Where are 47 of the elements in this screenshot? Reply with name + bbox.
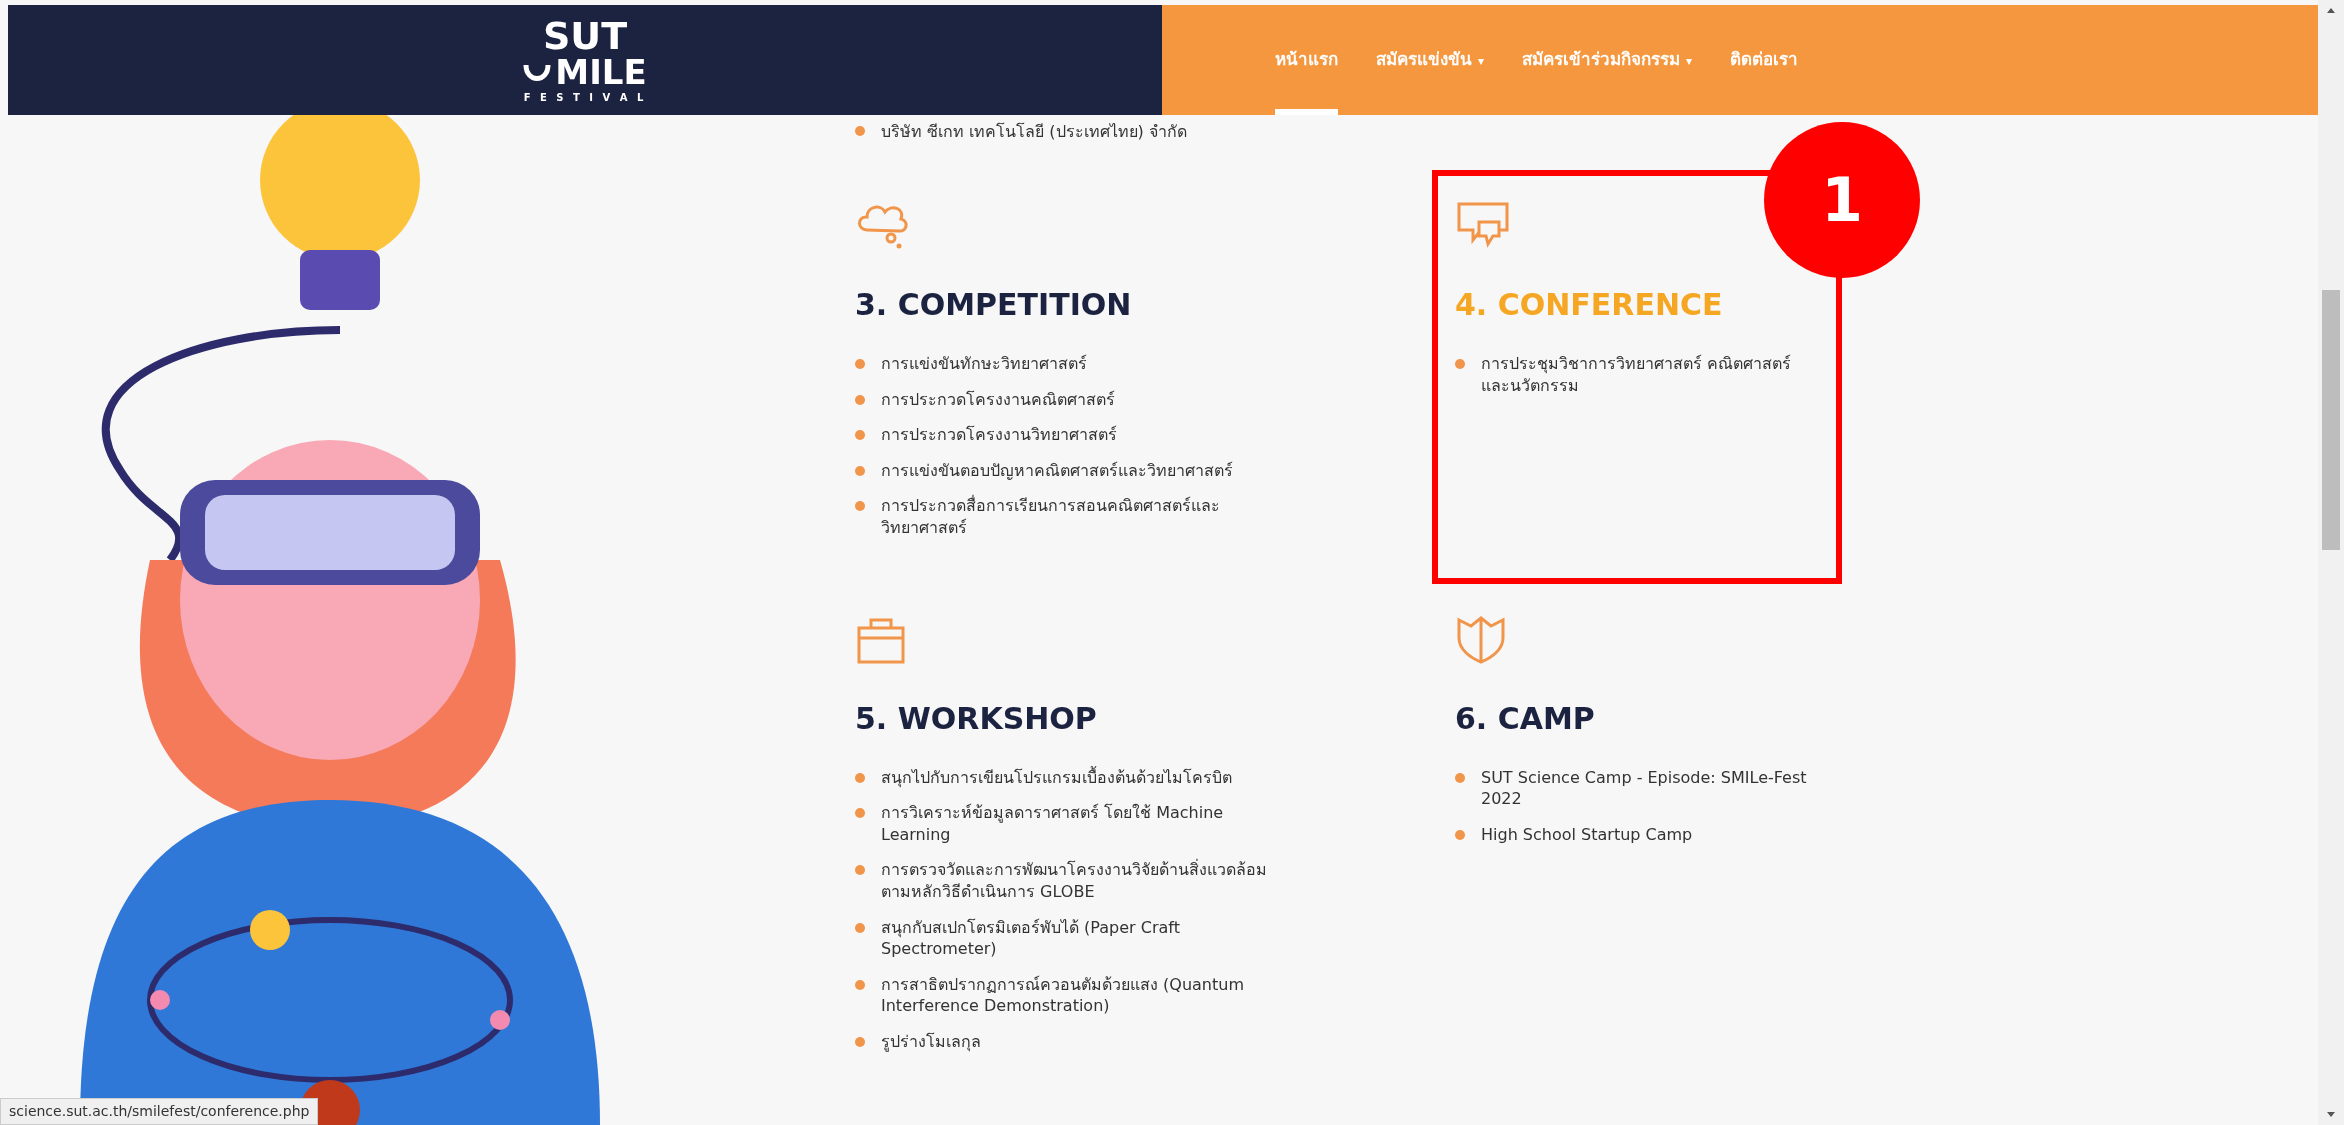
bullet-icon — [1455, 772, 1465, 783]
list-item: การประกวดโครงงานวิทยาศาสตร์ — [881, 424, 1117, 446]
list-item: สนุกกับสเปกโตรมิเตอร์พับได้ (Paper Craft Spectrometer) — [881, 916, 1181, 960]
nav-link[interactable]: สมัครเข้าร่วมกิจกรรม ▾ — [1513, 5, 1700, 115]
bullet-icon — [1455, 829, 1465, 840]
nav-link[interactable]: สมัครแข่งขัน ▾ — [1368, 5, 1492, 115]
list-item: สนุกไปกับการเขียนโปรแกรมเบื้องต้นด้วยไมโครบิต — [881, 766, 1232, 789]
caret-icon: ▾ — [1477, 54, 1484, 69]
bullet-icon — [855, 922, 865, 933]
section-title: 3. COMPETITION — [855, 286, 1133, 324]
bullet-icon — [855, 359, 865, 369]
list-item: การแข่งขันตอบปัญหาคณิตศาสตร์และวิทยาศาสตร์ — [881, 459, 1233, 482]
bullet-icon — [855, 772, 865, 783]
bullet-icon — [855, 394, 865, 405]
bullet-icon — [855, 126, 865, 136]
bullet-icon — [855, 979, 865, 990]
list-item: High School Startup Camp — [1481, 823, 1693, 846]
logo-text: F E S T I V A L — [523, 93, 647, 103]
nav-link[interactable]: ติดต่อเรา — [1721, 5, 1806, 115]
list-item: บริษัท ซีเกท เทคโนโลยี (ประเทศไทย) จำกัด — [881, 121, 1187, 143]
list-item: รูปร่างโมเลกุล — [881, 1030, 981, 1053]
list-item: การประชุมวิชาการวิทยาศาสตร์ คณิตศาสตร์ และนวัตกรรม — [1481, 353, 1793, 397]
section-title: 6. CAMP — [1455, 699, 1596, 738]
bullet-icon — [855, 1036, 865, 1047]
callout-number: 1 — [1764, 122, 1920, 278]
section-title: 4. CONFERENCE — [1455, 286, 1724, 324]
section-title: 5. WORKSHOP — [855, 699, 1098, 738]
scrollbar[interactable] — [2318, 0, 2344, 1125]
status-url: science.sut.ac.th/smilefest/conference.php — [0, 1098, 319, 1125]
list-item: การประกวดโครงงานคณิตศาสตร์ — [881, 388, 1115, 411]
list-item: SUT Science Camp - Episode: SMILe-Fest 2022 — [1481, 766, 1808, 810]
bullet-icon — [855, 465, 865, 476]
bullet-icon — [855, 808, 865, 819]
logo-text: MILE — [555, 55, 647, 89]
list-item: การประกวดสื่อการเรียนการสอนคณิตศาสตร์และวิทยาศาสตร์ — [881, 495, 1221, 539]
bullet-icon — [1455, 359, 1465, 369]
list-item: การสาธิตปรากฏการณ์ควอนตัมด้วยแสง (Quantum Interference Demonstration) — [881, 973, 1245, 1017]
bullet-icon — [855, 501, 865, 512]
list-item: การแข่งขันทักษะวิทยาศาสตร์ — [881, 353, 1087, 375]
nav-link[interactable]: หน้าแรก — [1267, 5, 1346, 115]
list-item: การตรวจวัดและการพัฒนาโครงงานวิจัยด้านสิ่งแวดล้อม ตามหลักวิธีดำเนินการ GLOBE — [881, 859, 1268, 903]
bullet-icon — [855, 430, 865, 441]
logo-text: SUT — [542, 17, 628, 55]
list-item: การวิเคราะห์ข้อมูลดาราศาสตร์ โดยใช้ Machine Learning — [881, 802, 1225, 846]
scrollbar-thumb[interactable] — [2322, 290, 2340, 550]
bullet-icon — [855, 865, 865, 876]
caret-icon: ▾ — [1685, 54, 1692, 69]
